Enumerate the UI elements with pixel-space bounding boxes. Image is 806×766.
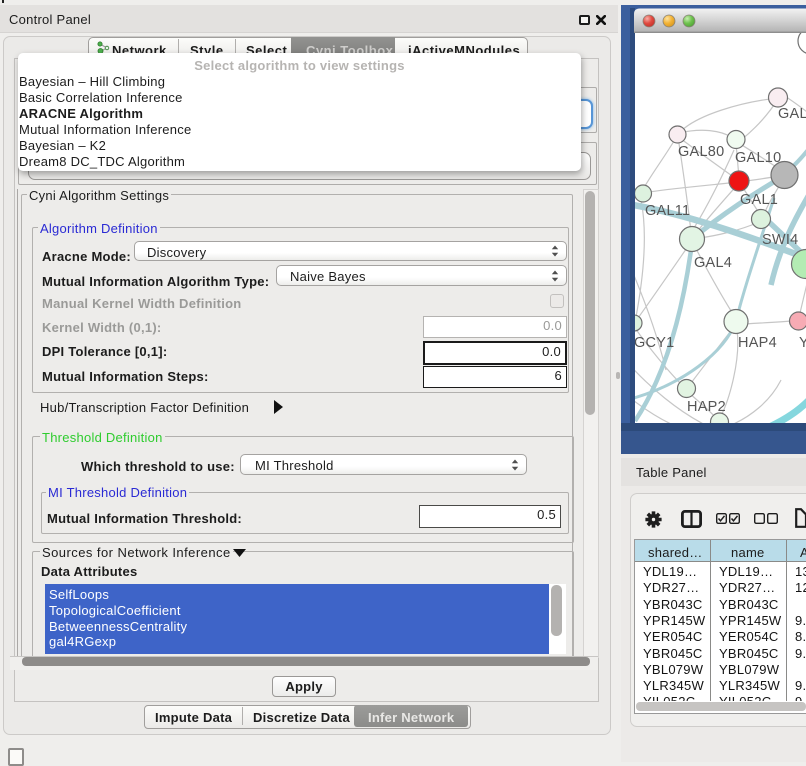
svg-text:HAP4: HAP4 [738, 335, 777, 351]
svg-text:Y: Y [799, 335, 806, 351]
svg-text:GAL80: GAL80 [678, 144, 724, 160]
svg-text:SWI4: SWI4 [762, 232, 798, 248]
svg-text:GAL10: GAL10 [735, 150, 781, 166]
svg-text:GAL11: GAL11 [645, 203, 690, 219]
svg-text:GAL4: GAL4 [694, 255, 732, 271]
svg-text:GAL1: GAL1 [740, 192, 778, 208]
svg-text:GCY1: GCY1 [634, 335, 675, 351]
svg-text:GAL7: GAL7 [778, 106, 806, 122]
svg-text:HAP2: HAP2 [687, 399, 726, 415]
